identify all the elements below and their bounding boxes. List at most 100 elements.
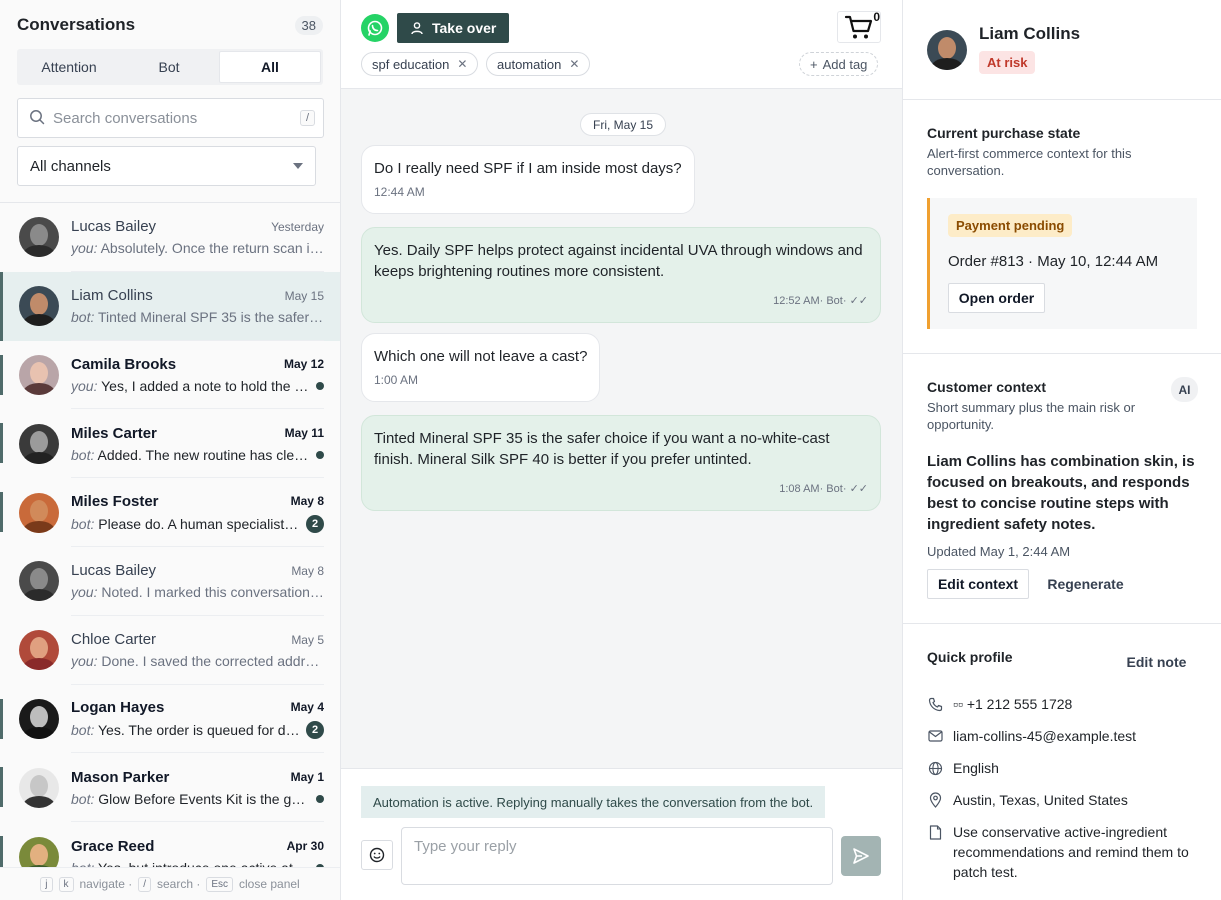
unread-dot bbox=[316, 450, 324, 459]
unread-dot bbox=[316, 794, 324, 803]
hint-search: search · bbox=[156, 877, 201, 891]
tag-chip: spf education ✕ bbox=[361, 52, 479, 76]
preview-text: Added. The new routine has clear morning… bbox=[97, 446, 310, 463]
note-icon bbox=[927, 822, 943, 842]
channel-select[interactable]: All channels bbox=[17, 146, 316, 186]
cart-count: 0 bbox=[873, 10, 880, 24]
unread-count-badge: 2 bbox=[306, 514, 324, 533]
message-preview: bot: Added. The new routine has clear mo… bbox=[71, 447, 310, 463]
last-message-date: May 5 bbox=[291, 632, 324, 647]
list-item[interactable]: Lucas Bailey Yesterday you: Absolutely. On… bbox=[0, 203, 340, 272]
date-separator: Fri, May 15 bbox=[580, 113, 667, 136]
list-item[interactable]: Liam Collins May 15 bot: Tinted Mineral SP… bbox=[0, 271, 340, 341]
key-esc: Esc bbox=[206, 876, 234, 892]
customer-header: Liam Collins At risk bbox=[903, 0, 1221, 100]
email-address[interactable]: liam-collins-45@example.test bbox=[953, 726, 1136, 746]
tab-bot[interactable]: Bot bbox=[119, 51, 219, 83]
contact-name: Mason Parker bbox=[71, 768, 170, 786]
note-text: Use conservative active-ingredient recom… bbox=[953, 824, 1189, 880]
avatar bbox=[19, 286, 59, 327]
list-item[interactable]: Mason Parker May 1 bot: Glow Before Events… bbox=[0, 753, 340, 822]
search-box: / bbox=[17, 98, 324, 138]
location-value: Austin, Texas, United States bbox=[953, 792, 1128, 808]
sender-label: bot: bbox=[71, 446, 95, 463]
reply-input[interactable] bbox=[401, 827, 833, 885]
cart-button[interactable]: 0 bbox=[837, 10, 881, 43]
message-preview: bot: Yes. The order is queued for dispat… bbox=[71, 722, 300, 738]
add-tag-button[interactable]: + Add tag bbox=[799, 52, 879, 76]
key-slash: / bbox=[138, 876, 151, 892]
phone-icon bbox=[927, 694, 943, 714]
list-item[interactable]: Lucas Bailey May 8 you: Noted. I marked th… bbox=[0, 547, 340, 616]
map-pin-icon bbox=[927, 790, 943, 810]
ai-badge: AI bbox=[1171, 377, 1198, 402]
message-time: 1:08 AM· Bot· bbox=[779, 483, 847, 495]
sender-label: you: bbox=[71, 377, 98, 394]
preview-text: Yes. The order is queued for dispatch th… bbox=[98, 721, 300, 738]
message-time: 12:52 AM· Bot· bbox=[773, 295, 847, 307]
send-button[interactable] bbox=[841, 836, 881, 876]
list-item[interactable]: Miles Foster May 8 bot: Please do. A human… bbox=[0, 478, 340, 547]
order-summary: Order #813 · May 10, 12:44 AM bbox=[948, 253, 1159, 270]
list-item[interactable]: Camila Brooks May 12 you: Yes, I added a n… bbox=[0, 341, 340, 410]
conversations-count-badge: 38 bbox=[294, 15, 323, 35]
message-bubble-outgoing: Tinted Mineral SPF 35 is the safer choic… bbox=[361, 415, 881, 511]
section-title: Current purchase state bbox=[927, 125, 1081, 141]
message-preview: you: Absolutely. Once the return scan is… bbox=[71, 240, 324, 256]
tab-all[interactable]: All bbox=[219, 51, 321, 83]
last-message-date: May 15 bbox=[284, 288, 324, 303]
last-message-date: May 8 bbox=[291, 563, 324, 578]
last-message-date: May 1 bbox=[290, 770, 324, 785]
regenerate-button[interactable]: Regenerate bbox=[1043, 569, 1128, 599]
unread-indicator-bar bbox=[0, 767, 3, 808]
sender-label: you: bbox=[71, 584, 98, 601]
open-order-button[interactable]: Open order bbox=[948, 283, 1045, 313]
conversation-filter-tabs: Attention Bot All bbox=[17, 49, 323, 85]
section-subtitle: Short summary plus the main risk or oppo… bbox=[927, 400, 1136, 432]
smiley-icon bbox=[369, 847, 385, 863]
tag-label: automation bbox=[497, 56, 562, 72]
avatar bbox=[19, 492, 59, 533]
unread-indicator-bar bbox=[0, 698, 3, 739]
tab-attention[interactable]: Attention bbox=[19, 51, 119, 83]
key-k: k bbox=[58, 876, 74, 892]
emoji-button[interactable] bbox=[361, 840, 393, 870]
edit-note-button[interactable]: Edit note bbox=[1123, 650, 1190, 674]
contact-name: Camila Brooks bbox=[71, 355, 177, 373]
list-item[interactable]: Chloe Carter May 5 you: Done. I saved the … bbox=[0, 616, 340, 685]
close-icon[interactable]: ✕ bbox=[457, 57, 467, 71]
key-j: j bbox=[40, 876, 53, 892]
contact-name: Grace Reed bbox=[71, 837, 155, 855]
search-shortcut-key: / bbox=[299, 110, 315, 126]
preview-text: Glow Before Events Kit is the gentlest o… bbox=[98, 790, 310, 807]
composer: Automation is active. Replying manually … bbox=[341, 768, 902, 900]
last-message-date: Apr 30 bbox=[286, 839, 324, 854]
unread-indicator-bar bbox=[0, 354, 3, 395]
keyboard-hints: j k navigate · / search · Esc close pane… bbox=[0, 867, 340, 900]
status-badge: Payment pending bbox=[948, 214, 1073, 237]
section-title: Customer context bbox=[927, 379, 1047, 395]
sender-label: bot: bbox=[71, 309, 95, 326]
profile-phone: ▫▫ +1 212 555 1728 bbox=[927, 694, 1202, 714]
profile-language: English bbox=[927, 758, 1202, 778]
last-message-date: Yesterday bbox=[271, 219, 324, 234]
tag-label: spf education bbox=[372, 56, 450, 72]
context-summary: Liam Collins has combination skin, is fo… bbox=[927, 453, 1195, 533]
sender-label: you: bbox=[71, 653, 98, 670]
search-input[interactable] bbox=[53, 109, 300, 127]
sender-label: bot: bbox=[71, 721, 95, 738]
edit-context-button[interactable]: Edit context bbox=[927, 569, 1029, 599]
message-preview: bot: Tinted Mineral SPF 35 is the safer … bbox=[71, 309, 324, 325]
customer-name: Liam Collins bbox=[979, 24, 1081, 43]
preview-text: Absolutely. Once the return scan is comp… bbox=[100, 240, 324, 257]
tag-chip: automation ✕ bbox=[486, 52, 591, 76]
message-time: 1:00 AM bbox=[374, 373, 419, 387]
list-item[interactable]: Logan Hayes May 4 bot: Yes. The order is q… bbox=[0, 685, 340, 754]
list-item[interactable]: Miles Carter May 11 bot: Added. The new ro… bbox=[0, 409, 340, 478]
take-over-button[interactable]: Take over bbox=[397, 13, 510, 43]
close-icon[interactable]: ✕ bbox=[569, 57, 579, 71]
sender-label: you: bbox=[71, 240, 98, 257]
preview-text: Tinted Mineral SPF 35 is the safer choic… bbox=[98, 309, 324, 326]
message-preview: you: Yes, I added a note to hold the ord… bbox=[71, 378, 310, 394]
last-message-date: May 12 bbox=[283, 357, 324, 372]
